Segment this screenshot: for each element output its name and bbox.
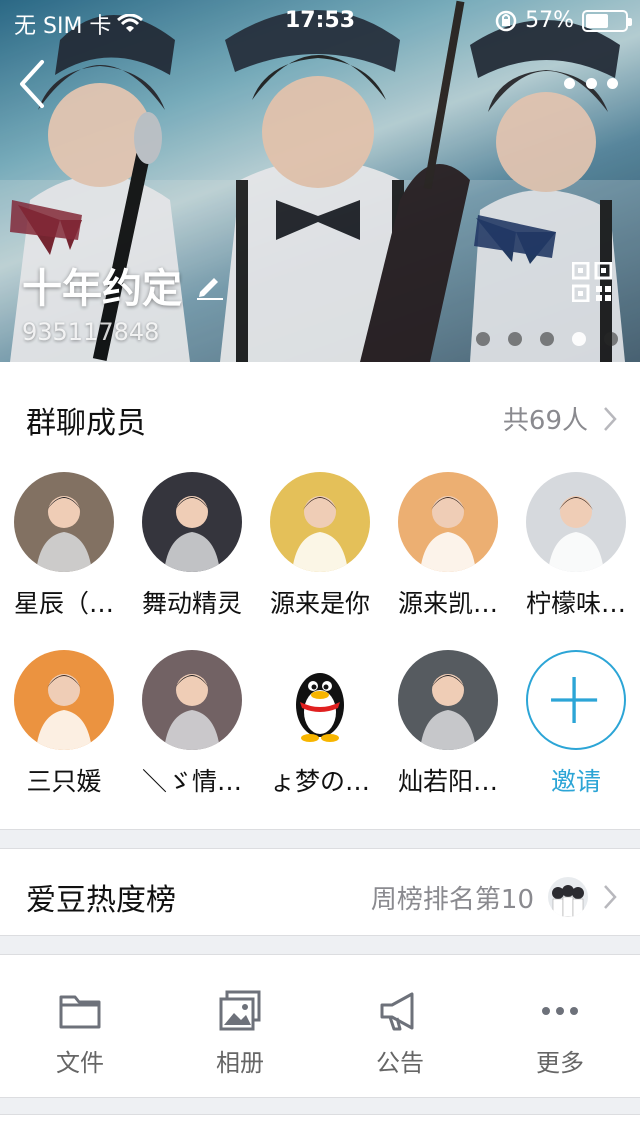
member-avatar [270, 472, 370, 572]
chevron-right-icon [604, 885, 617, 909]
members-count: 共69人 [502, 406, 588, 436]
status-right: 57% [495, 8, 632, 33]
invite-circle [526, 650, 626, 750]
member-avatar [526, 472, 626, 572]
members-title: 群聊成员 [26, 406, 146, 441]
member-name: ＼ゞ情… [141, 767, 242, 796]
rotation-lock-icon [495, 10, 517, 31]
group-name-text: 十年约定 [22, 266, 182, 312]
member-item[interactable]: 星辰（… [0, 472, 128, 642]
files-button[interactable]: 文件 [0, 955, 160, 1099]
battery-percent: 57% [525, 8, 574, 33]
megaphone-icon [380, 992, 414, 1031]
edit-pencil-icon[interactable] [194, 270, 224, 300]
qr-code-icon[interactable] [572, 262, 612, 302]
carousel-indicator [476, 332, 618, 346]
member-item[interactable]: 柠檬味… [512, 472, 640, 642]
album-button[interactable]: 相册 [160, 955, 320, 1099]
group-id: 935117848 [22, 318, 160, 346]
next-section-edge [0, 1114, 640, 1136]
member-name: ょ梦の… [269, 767, 370, 796]
member-name: 源来是你 [269, 589, 370, 618]
more-options-button[interactable] [564, 68, 618, 98]
tool-bar: 文件 相册 公告 更多 [0, 954, 640, 1098]
dot-icon [607, 77, 618, 89]
back-chevron-icon[interactable] [14, 58, 50, 110]
announcement-button[interactable]: 公告 [320, 955, 480, 1099]
avatar-photo [526, 472, 626, 572]
avatar-photo [270, 472, 370, 572]
avatar-photo [142, 472, 242, 572]
folder-icon [59, 995, 101, 1029]
member-avatar [142, 650, 242, 750]
battery-fill [586, 13, 608, 28]
member-name: 三只媛 [26, 767, 102, 796]
announcement-label: 公告 [376, 1049, 424, 1077]
member-name: 星辰（… [13, 589, 114, 618]
avatar-photo [398, 650, 498, 750]
member-item[interactable]: 灿若阳… [384, 650, 512, 820]
album-label: 相册 [216, 1049, 264, 1077]
battery-icon [582, 9, 632, 32]
idol-avatar [548, 877, 588, 917]
invite-label: 邀请 [550, 767, 601, 796]
members-count-link[interactable]: 共69人 [503, 400, 618, 437]
penguin-icon [270, 650, 370, 750]
group-name[interactable]: 十年约定 [22, 256, 224, 314]
ranking-label: 周榜排名第10 [370, 884, 534, 915]
ranking-info: 周榜排名第10 [371, 877, 618, 917]
carousel-dot [540, 332, 554, 346]
carousel-dot [572, 332, 586, 346]
member-name: 灿若阳… [397, 767, 498, 796]
member-item[interactable]: 源来是你 [256, 472, 384, 642]
member-item[interactable]: 舞动精灵 [128, 472, 256, 642]
member-item[interactable]: ょ梦の… [256, 650, 384, 820]
files-label: 文件 [56, 1049, 104, 1077]
member-avatar [398, 472, 498, 572]
members-header[interactable]: 群聊成员 共69人 [0, 362, 640, 472]
members-card: 群聊成员 共69人 星辰（… 舞动精灵 源来是你 源来凯… 柠檬味… 三只媛 ＼ゞ情… ょ梦の… [0, 362, 640, 830]
member-avatar [398, 650, 498, 750]
ranking-title: 爱豆热度榜 [26, 883, 176, 918]
carousel-dot [508, 332, 522, 346]
avatar-photo [14, 650, 114, 750]
status-bar: 无 SIM 卡 17:53 57% [0, 0, 640, 40]
invite-button[interactable]: 邀请 [512, 650, 640, 820]
album-icon [219, 990, 261, 1031]
more-label: 更多 [536, 1049, 584, 1077]
member-name: 柠檬味… [525, 589, 626, 618]
avatar-photo [142, 650, 242, 750]
carousel-dot [476, 332, 490, 346]
member-name: 源来凯… [397, 589, 498, 618]
member-avatar [270, 650, 370, 750]
member-name: 舞动精灵 [141, 589, 242, 618]
more-icon [542, 1007, 578, 1015]
member-item[interactable]: ＼ゞ情… [128, 650, 256, 820]
more-tools-button[interactable]: 更多 [480, 955, 640, 1099]
member-avatar [14, 650, 114, 750]
member-item[interactable]: 源来凯… [384, 472, 512, 642]
avatar-photo [14, 472, 114, 572]
idol-ranking-row[interactable]: 爱豆热度榜 周榜排名第10 [0, 848, 640, 936]
group-cover: 无 SIM 卡 17:53 57% 十年约定 935117848 [0, 0, 640, 362]
chevron-right-icon [604, 406, 617, 431]
plus-icon [551, 676, 598, 724]
avatar-photo [398, 472, 498, 572]
member-item[interactable]: 三只媛 [0, 650, 128, 820]
member-avatar [142, 472, 242, 572]
carousel-dot [604, 332, 618, 346]
dot-icon [585, 77, 597, 89]
member-avatar [14, 472, 114, 572]
dot-icon [564, 77, 575, 89]
